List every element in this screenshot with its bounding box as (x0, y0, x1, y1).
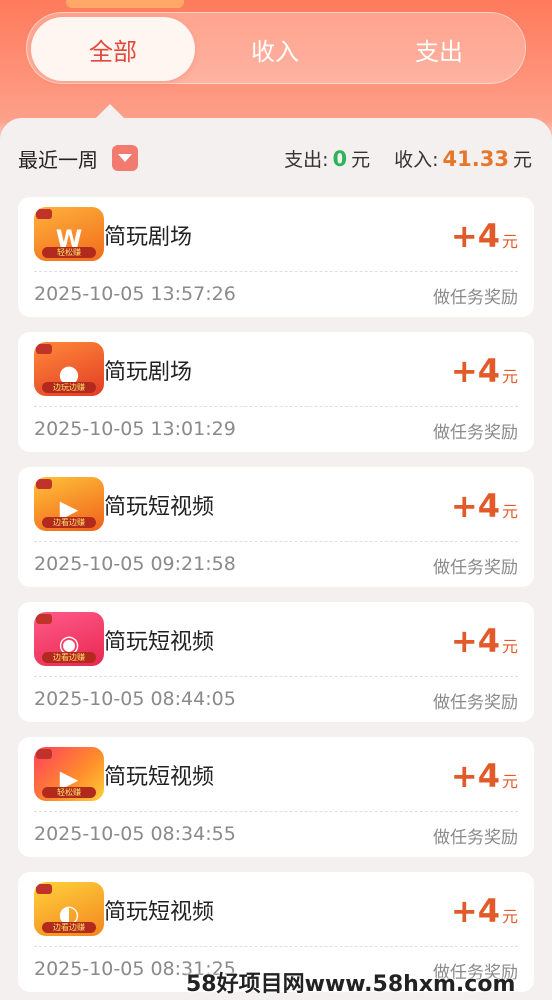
record-card[interactable]: ▶ 轻松赚 简玩短视频 +4 元 2025-10-05 08:34:55 做任务奖… (18, 737, 534, 857)
divider (34, 811, 518, 812)
caret-down-icon (118, 154, 132, 162)
expense-unit: 元 (351, 148, 371, 171)
record-card[interactable]: ● 边玩边赚 简玩剧场 +4 元 2025-10-05 13:01:29 做任务奖… (18, 332, 534, 452)
record-time: 2025-10-05 08:34:55 (34, 823, 236, 845)
watermark: 58好项目网www.58hxm.com (186, 972, 516, 997)
income-unit: 元 (512, 148, 532, 171)
expense-value: 0 (332, 146, 348, 171)
record-card[interactable]: ▶ 边看边赚 简玩短视频 +4 元 2025-10-05 09:21:58 做任务… (18, 467, 534, 587)
record-card[interactable]: W 轻松赚 简玩剧场 +4 元 2025-10-05 13:57:26 做任务奖励 (18, 197, 534, 317)
records-panel: 最近一周 支出: 0 元 收入: 41.33 元 W 轻松赚 简玩剧场 +4元 (0, 104, 552, 1000)
record-time: 2025-10-05 13:57:26 (34, 283, 236, 305)
record-app-name: 简玩短视频 (104, 495, 215, 520)
divider (34, 406, 518, 407)
divider (34, 946, 518, 947)
record-amount: +4 元 (450, 892, 518, 930)
record-app-name: 简玩剧场 (104, 225, 193, 250)
totals: 支出: 0 元 收入: 41.33 元 (284, 145, 532, 172)
app-icon: ◐ 边看边赚 (34, 882, 104, 936)
tab-expense[interactable]: 支出 (357, 17, 521, 81)
record-desc: 做任务奖励 (433, 423, 518, 443)
record-list: W 轻松赚 简玩剧场 +4 元 2025-10-05 13:57:26 做任务奖励… (18, 197, 534, 1000)
record-app-name: 简玩短视频 (104, 765, 215, 790)
record-time: 2025-10-05 08:44:05 (34, 688, 236, 710)
tab-all[interactable]: 全部 (31, 17, 195, 81)
app-icon: ◉ 边看边赚 (34, 612, 104, 666)
record-time: 2025-10-05 13:01:29 (34, 418, 236, 440)
income-value: 41.33 (442, 146, 509, 171)
divider (34, 541, 518, 542)
record-amount: +4 元 (450, 352, 518, 390)
record-app-name: 简玩短视频 (104, 630, 215, 655)
record-card[interactable]: ◉ 边看边赚 简玩短视频 +4 元 2025-10-05 08:44:05 做任务… (18, 602, 534, 722)
app-icon: ▶ 轻松赚 (34, 747, 104, 801)
app-icon: ● 边玩边赚 (34, 342, 104, 396)
tab-income[interactable]: 收入 (193, 17, 357, 81)
app-icon: ▶ 边看边赚 (34, 477, 104, 531)
summary-row: 最近一周 支出: 0 元 收入: 41.33 元 (18, 142, 532, 174)
record-time: 2025-10-05 09:21:58 (34, 553, 236, 575)
top-tab-fragment (66, 0, 184, 8)
active-tab-pointer (96, 104, 124, 118)
filter-tab-bar: 全部 收入 支出 (26, 12, 526, 84)
period-dropdown-button[interactable] (112, 145, 138, 171)
record-amount: +4 元 (450, 217, 518, 255)
record-desc: 做任务奖励 (433, 693, 518, 713)
expense-label: 支出: (284, 148, 329, 171)
record-amount: +4 元 (450, 757, 518, 795)
record-desc: 做任务奖励 (433, 288, 518, 308)
record-app-name: 简玩短视频 (104, 900, 215, 925)
record-desc: 做任务奖励 (433, 558, 518, 578)
record-amount: +4 元 (450, 487, 518, 525)
income-label: 收入: (394, 148, 439, 171)
divider (34, 676, 518, 677)
record-amount: +4 元 (450, 622, 518, 660)
divider (34, 271, 518, 272)
app-icon: W 轻松赚 (34, 207, 104, 261)
record-desc: 做任务奖励 (433, 828, 518, 848)
period-label[interactable]: 最近一周 (18, 144, 98, 173)
record-app-name: 简玩剧场 (104, 360, 193, 385)
